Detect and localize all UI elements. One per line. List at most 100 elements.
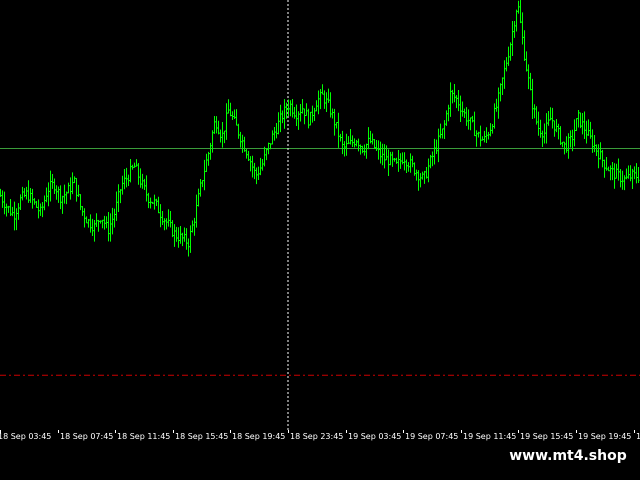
- price-bar: [253, 162, 256, 180]
- price-bar: [551, 107, 554, 129]
- price-bar: [153, 194, 156, 210]
- price-bar: [195, 194, 198, 228]
- price-bar: [507, 46, 510, 66]
- time-tick-label: 19: [636, 432, 640, 441]
- price-bar: [357, 138, 360, 152]
- price-bar: [113, 208, 116, 228]
- price-bar: [111, 207, 114, 235]
- price-bar: [453, 83, 456, 103]
- time-tick-mark: [346, 430, 347, 433]
- time-tick-label: 19 Sep 15:45: [520, 432, 574, 441]
- price-bar: [401, 152, 404, 165]
- price-bar: [337, 112, 340, 148]
- price-bar: [37, 199, 40, 219]
- price-bar: [7, 205, 10, 213]
- price-bar: [33, 198, 36, 205]
- price-bar: [329, 92, 332, 118]
- price-bar: [621, 170, 624, 190]
- price-bar: [601, 149, 604, 168]
- price-bar: [579, 112, 582, 129]
- price-bar: [275, 122, 278, 139]
- price-bar: [611, 162, 614, 181]
- price-bar: [271, 130, 274, 145]
- price-bar: [537, 111, 540, 136]
- price-bar: [549, 107, 552, 121]
- price-bar: [543, 123, 546, 144]
- time-tick-mark: [634, 430, 635, 433]
- chart-window[interactable]: 18 Sep 03:45 18 Sep 07:45 18 Sep 11:45 18 S…: [0, 0, 640, 480]
- price-bar: [155, 198, 158, 207]
- price-bar: [135, 159, 138, 167]
- price-bar: [243, 136, 246, 152]
- price-chart[interactable]: [0, 0, 640, 430]
- price-bar: [589, 121, 592, 139]
- price-bar: [499, 83, 502, 102]
- price-bar: [129, 158, 132, 183]
- price-bar: [547, 110, 550, 126]
- price-bar: [137, 163, 140, 185]
- price-bar: [213, 116, 216, 134]
- price-bar: [319, 89, 322, 110]
- price-bar: [179, 225, 182, 244]
- price-bar: [277, 112, 280, 135]
- price-bar: [85, 216, 88, 224]
- price-bar: [361, 145, 364, 154]
- price-bar: [315, 100, 318, 112]
- price-bar: [217, 120, 220, 135]
- price-bar: [371, 133, 374, 145]
- price-bar: [619, 168, 622, 188]
- price-bar: [475, 130, 478, 147]
- price-bar: [105, 216, 108, 229]
- price-bar: [387, 149, 390, 177]
- price-bar: [181, 232, 184, 247]
- price-bar: [523, 30, 526, 62]
- price-bar: [495, 98, 498, 112]
- price-bar: [407, 162, 410, 172]
- price-bar: [23, 188, 26, 198]
- price-bar: [431, 151, 434, 167]
- price-bar: [575, 118, 578, 132]
- price-bar: [397, 150, 400, 172]
- price-bar: [255, 167, 258, 185]
- price-bar: [459, 95, 462, 123]
- price-bar: [159, 204, 162, 228]
- price-bar: [279, 104, 282, 133]
- price-bar: [603, 159, 606, 178]
- price-bar: [139, 168, 142, 188]
- price-bar: [359, 144, 362, 155]
- price-bar: [95, 213, 98, 228]
- price-bar: [525, 51, 528, 72]
- price-bar: [165, 218, 168, 230]
- price-bar: [49, 170, 52, 202]
- price-bar: [81, 206, 84, 216]
- price-bar: [151, 201, 154, 204]
- price-bar: [99, 220, 102, 224]
- price-bar: [273, 126, 276, 141]
- time-tick-mark: [461, 430, 462, 433]
- price-bar: [149, 197, 152, 209]
- time-tick-label: 18 Sep 23:45: [290, 432, 344, 441]
- price-bar: [0, 188, 2, 197]
- price-bar: [455, 95, 458, 109]
- price-bar: [161, 211, 164, 225]
- price-bar: [425, 166, 428, 179]
- price-bar: [617, 158, 620, 181]
- price-bar: [505, 57, 508, 72]
- price-bar: [141, 173, 144, 189]
- price-bar: [561, 141, 564, 148]
- price-bar: [635, 163, 638, 184]
- price-bar: [89, 214, 92, 233]
- price-bar: [77, 184, 80, 198]
- price-bar: [185, 228, 188, 250]
- price-bar: [379, 141, 382, 164]
- price-bar: [293, 106, 296, 119]
- price-bar: [483, 130, 486, 143]
- price-bar: [493, 103, 496, 129]
- price-bar: [9, 198, 12, 216]
- price-bar: [565, 136, 568, 153]
- price-bar: [437, 128, 440, 163]
- price-bar: [583, 111, 586, 140]
- price-bar: [221, 122, 224, 148]
- price-bar: [27, 180, 30, 203]
- time-tick-label: 18 Sep 07:45: [60, 432, 114, 441]
